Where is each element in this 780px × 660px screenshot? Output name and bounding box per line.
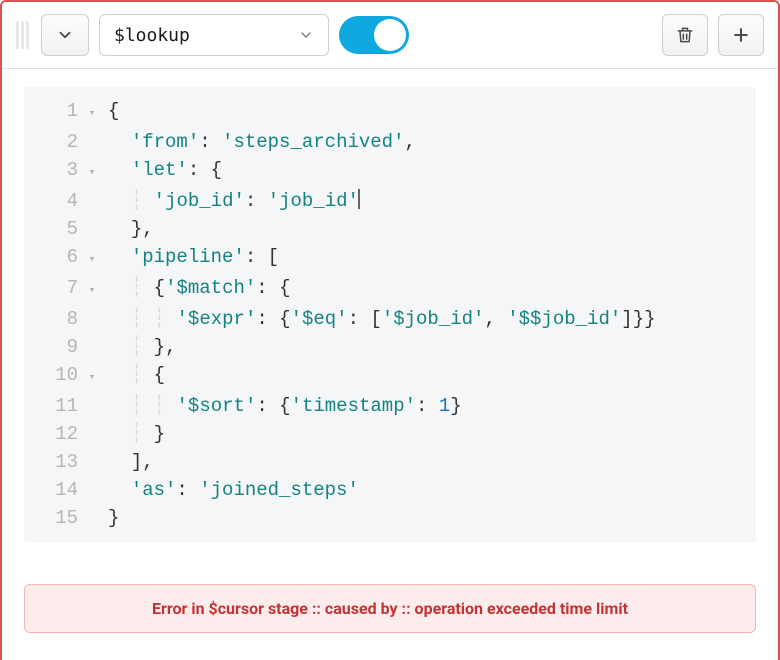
- stage-select-label: $lookup: [114, 25, 190, 46]
- caret-down-icon: [298, 27, 314, 43]
- editor-line[interactable]: 2 'from': 'steps_archived',: [24, 128, 756, 156]
- editor-line[interactable]: 11 ┆ ┆ '$sort': {'timestamp': 1}: [24, 392, 756, 420]
- collapse-button[interactable]: [41, 14, 89, 56]
- chevron-down-icon: [56, 26, 74, 44]
- fold-toggle-icon[interactable]: ▾: [84, 246, 100, 274]
- editor-line[interactable]: 10▾ ┆ {: [24, 361, 756, 392]
- stage-toolbar: $lookup: [2, 2, 778, 69]
- code-text: 'pipeline': [: [100, 243, 279, 271]
- code-text: ┆ {'$match': {: [100, 274, 291, 302]
- editor-line[interactable]: 9 ┆ },: [24, 333, 756, 361]
- line-number: 5: [24, 215, 84, 243]
- line-number: 8: [24, 305, 84, 333]
- line-number: 1: [24, 97, 84, 125]
- fold-toggle-icon[interactable]: ▾: [84, 364, 100, 392]
- code-text: 'let': {: [100, 156, 222, 184]
- trash-icon: [675, 25, 695, 45]
- toggle-knob: [374, 19, 406, 51]
- code-text: }: [100, 504, 119, 532]
- code-text: 'from': 'steps_archived',: [100, 128, 416, 156]
- line-number: 14: [24, 476, 84, 504]
- editor-line[interactable]: 7▾ ┆ {'$match': {: [24, 274, 756, 305]
- code-text: {: [100, 97, 119, 125]
- error-banner: Error in $cursor stage :: caused by :: o…: [24, 584, 756, 633]
- line-number: 7: [24, 274, 84, 302]
- code-text: },: [100, 215, 154, 243]
- code-editor[interactable]: 1▾{2 'from': 'steps_archived',3▾ 'let': …: [24, 87, 756, 542]
- line-number: 11: [24, 392, 84, 420]
- code-text: ],: [100, 448, 154, 476]
- code-text: ┆ },: [100, 333, 176, 361]
- add-stage-button[interactable]: [718, 14, 764, 56]
- code-text: ┆ {: [100, 361, 165, 389]
- stage-enabled-toggle[interactable]: [339, 16, 409, 54]
- line-number: 12: [24, 420, 84, 448]
- code-text: ┆ ┆ '$sort': {'timestamp': 1}: [100, 392, 462, 420]
- line-number: 10: [24, 361, 84, 389]
- line-number: 13: [24, 448, 84, 476]
- fold-toggle-icon[interactable]: ▾: [84, 159, 100, 187]
- editor-line[interactable]: 1▾{: [24, 97, 756, 128]
- line-number: 4: [24, 187, 84, 215]
- editor-line[interactable]: 15}: [24, 504, 756, 532]
- editor-line[interactable]: 8 ┆ ┆ '$expr': {'$eq': ['$job_id', '$$jo…: [24, 305, 756, 333]
- fold-toggle-icon[interactable]: ▾: [84, 277, 100, 305]
- code-text: ┆ }: [100, 420, 165, 448]
- code-text: 'as': 'joined_steps': [100, 476, 359, 504]
- line-number: 15: [24, 504, 84, 532]
- drag-handle-icon[interactable]: [16, 21, 29, 49]
- editor-line[interactable]: 3▾ 'let': {: [24, 156, 756, 187]
- line-number: 2: [24, 128, 84, 156]
- editor-line[interactable]: 6▾ 'pipeline': [: [24, 243, 756, 274]
- line-number: 3: [24, 156, 84, 184]
- editor-line[interactable]: 4 ┆ 'job_id': 'job_id': [24, 187, 756, 215]
- line-number: 6: [24, 243, 84, 271]
- error-text: Error in $cursor stage :: caused by :: o…: [152, 599, 628, 618]
- delete-stage-button[interactable]: [662, 14, 708, 56]
- line-number: 9: [24, 333, 84, 361]
- editor-line[interactable]: 14 'as': 'joined_steps': [24, 476, 756, 504]
- stage-select[interactable]: $lookup: [99, 14, 329, 56]
- fold-toggle-icon[interactable]: ▾: [84, 100, 100, 128]
- code-text: ┆ ┆ '$expr': {'$eq': ['$job_id', '$$job_…: [100, 305, 656, 333]
- editor-line[interactable]: 5 },: [24, 215, 756, 243]
- editor-line[interactable]: 12 ┆ }: [24, 420, 756, 448]
- plus-icon: [731, 25, 751, 45]
- code-text: ┆ 'job_id': 'job_id': [100, 187, 360, 215]
- editor-line[interactable]: 13 ],: [24, 448, 756, 476]
